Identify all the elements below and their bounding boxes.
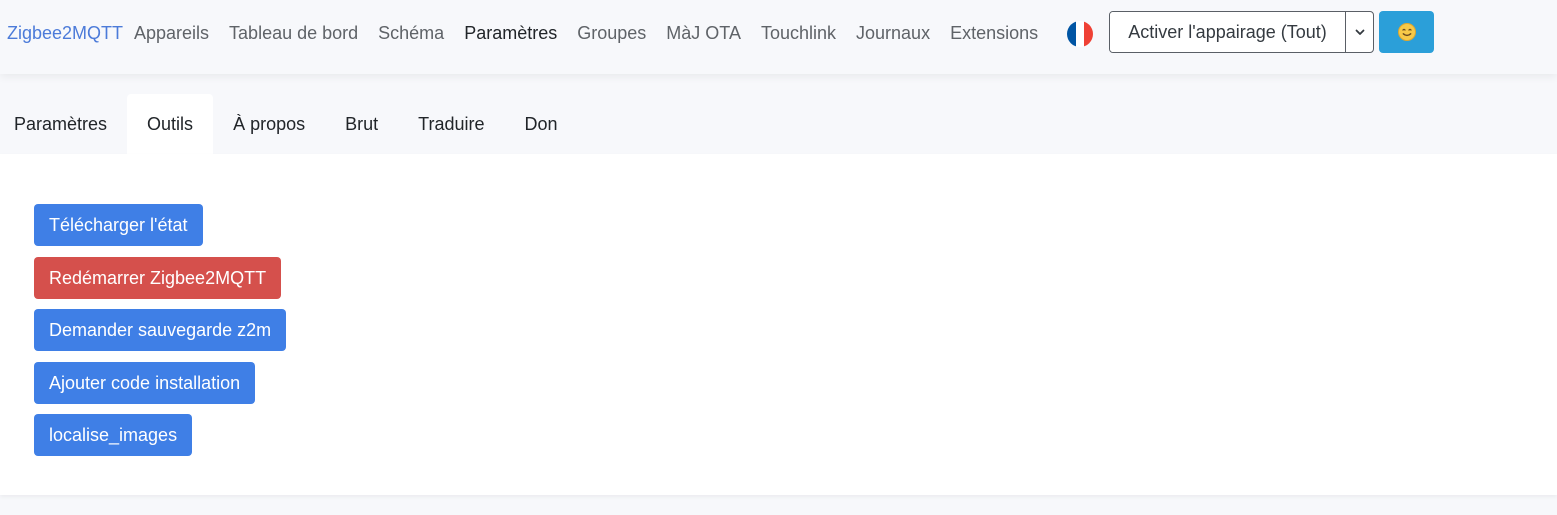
nav-link-schema[interactable]: Schéma (368, 21, 454, 45)
tab-brut[interactable]: Brut (325, 94, 398, 154)
top-navbar: Zigbee2MQTT Appareils Tableau de bord Sc… (0, 0, 1557, 74)
nav-link-journaux[interactable]: Journaux (846, 21, 940, 45)
nav-link-appareils[interactable]: Appareils (124, 21, 219, 45)
nav-link-touchlink[interactable]: Touchlink (751, 21, 846, 45)
tab-a-propos[interactable]: À propos (213, 94, 325, 154)
tab-don[interactable]: Don (504, 94, 577, 154)
tab-traduire[interactable]: Traduire (398, 94, 504, 154)
permit-join-dropdown-toggle[interactable] (1345, 12, 1373, 52)
localise-images-button[interactable]: localise_images (34, 414, 193, 456)
nav-link-groupes[interactable]: Groupes (567, 21, 656, 45)
smiley-icon (1397, 23, 1416, 41)
chevron-down-icon (1355, 29, 1364, 35)
french-flag-icon[interactable] (1067, 21, 1093, 47)
request-backup-button[interactable]: Demander sauvegarde z2m (34, 309, 287, 351)
tab-outils[interactable]: Outils (127, 94, 214, 154)
tools-panel: Télécharger l'état Redémarrer Zigbee2MQT… (0, 154, 1557, 495)
nav-link-maj-ota[interactable]: MàJ OTA (656, 21, 751, 45)
add-install-code-button[interactable]: Ajouter code installation (34, 361, 256, 404)
settings-tabs: Paramètres Outils À propos Brut Traduire… (0, 94, 578, 154)
nav-link-parametres[interactable]: Paramètres (454, 21, 567, 45)
restart-zigbee2mqtt-button[interactable]: Redémarrer Zigbee2MQTT (34, 256, 282, 299)
theme-toggle-button[interactable] (1379, 11, 1434, 53)
download-state-button[interactable]: Télécharger l'état (34, 204, 203, 246)
tools-button-list: Télécharger l'état Redémarrer Zigbee2MQT… (34, 204, 287, 467)
pairing-button-group: Activer l'appairage (Tout) (1109, 11, 1374, 53)
nav-link-tableau-de-bord[interactable]: Tableau de bord (219, 21, 368, 45)
main-nav: Appareils Tableau de bord Schéma Paramèt… (124, 21, 1048, 45)
tab-parametres[interactable]: Paramètres (0, 94, 127, 154)
nav-link-extensions[interactable]: Extensions (940, 21, 1048, 45)
brand-link[interactable]: Zigbee2MQTT (7, 21, 123, 45)
permit-join-button[interactable]: Activer l'appairage (Tout) (1110, 12, 1345, 52)
